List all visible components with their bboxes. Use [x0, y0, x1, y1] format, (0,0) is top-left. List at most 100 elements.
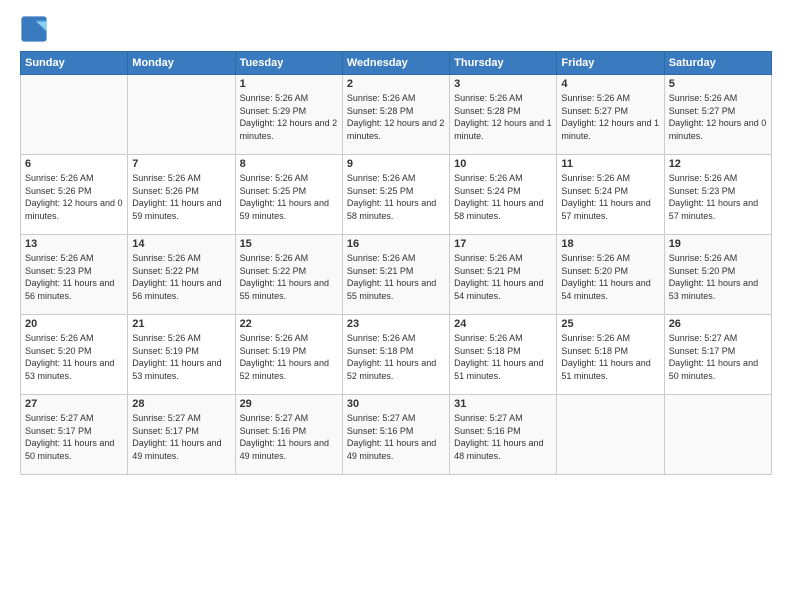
day-number: 1 [240, 78, 338, 90]
cell-content: Sunrise: 5:26 AM Sunset: 5:26 PM Dayligh… [25, 172, 123, 222]
header-cell-sunday: Sunday [21, 52, 128, 75]
cell-content: Sunrise: 5:27 AM Sunset: 5:16 PM Dayligh… [347, 412, 445, 462]
cell-content: Sunrise: 5:26 AM Sunset: 5:22 PM Dayligh… [240, 252, 338, 302]
cell-content: Sunrise: 5:26 AM Sunset: 5:20 PM Dayligh… [25, 332, 123, 382]
cell-content: Sunrise: 5:26 AM Sunset: 5:21 PM Dayligh… [454, 252, 552, 302]
cell-content: Sunrise: 5:27 AM Sunset: 5:17 PM Dayligh… [669, 332, 767, 382]
calendar-cell: 10 Sunrise: 5:26 AM Sunset: 5:24 PM Dayl… [450, 155, 557, 235]
calendar-cell: 16 Sunrise: 5:26 AM Sunset: 5:21 PM Dayl… [342, 235, 449, 315]
calendar-cell: 8 Sunrise: 5:26 AM Sunset: 5:25 PM Dayli… [235, 155, 342, 235]
calendar-cell: 1 Sunrise: 5:26 AM Sunset: 5:29 PM Dayli… [235, 75, 342, 155]
calendar-cell: 14 Sunrise: 5:26 AM Sunset: 5:22 PM Dayl… [128, 235, 235, 315]
page-container: SundayMondayTuesdayWednesdayThursdayFrid… [0, 0, 792, 485]
calendar-cell: 15 Sunrise: 5:26 AM Sunset: 5:22 PM Dayl… [235, 235, 342, 315]
cell-content: Sunrise: 5:26 AM Sunset: 5:25 PM Dayligh… [347, 172, 445, 222]
cell-content: Sunrise: 5:26 AM Sunset: 5:19 PM Dayligh… [132, 332, 230, 382]
calendar-cell [21, 75, 128, 155]
cell-content: Sunrise: 5:26 AM Sunset: 5:18 PM Dayligh… [561, 332, 659, 382]
calendar-cell: 21 Sunrise: 5:26 AM Sunset: 5:19 PM Dayl… [128, 315, 235, 395]
day-number: 20 [25, 318, 123, 330]
calendar-cell: 18 Sunrise: 5:26 AM Sunset: 5:20 PM Dayl… [557, 235, 664, 315]
cell-content: Sunrise: 5:26 AM Sunset: 5:24 PM Dayligh… [561, 172, 659, 222]
cell-content: Sunrise: 5:26 AM Sunset: 5:24 PM Dayligh… [454, 172, 552, 222]
cell-content: Sunrise: 5:26 AM Sunset: 5:27 PM Dayligh… [561, 92, 659, 142]
cell-content: Sunrise: 5:27 AM Sunset: 5:16 PM Dayligh… [240, 412, 338, 462]
day-number: 9 [347, 158, 445, 170]
header-cell-wednesday: Wednesday [342, 52, 449, 75]
calendar-cell [128, 75, 235, 155]
day-number: 8 [240, 158, 338, 170]
calendar-cell: 31 Sunrise: 5:27 AM Sunset: 5:16 PM Dayl… [450, 395, 557, 475]
calendar-cell: 9 Sunrise: 5:26 AM Sunset: 5:25 PM Dayli… [342, 155, 449, 235]
header-cell-saturday: Saturday [664, 52, 771, 75]
day-number: 26 [669, 318, 767, 330]
calendar-cell [664, 395, 771, 475]
logo [20, 15, 52, 43]
calendar-cell: 5 Sunrise: 5:26 AM Sunset: 5:27 PM Dayli… [664, 75, 771, 155]
day-number: 12 [669, 158, 767, 170]
header [20, 15, 772, 43]
day-number: 18 [561, 238, 659, 250]
cell-content: Sunrise: 5:26 AM Sunset: 5:28 PM Dayligh… [347, 92, 445, 142]
calendar-cell: 3 Sunrise: 5:26 AM Sunset: 5:28 PM Dayli… [450, 75, 557, 155]
day-number: 11 [561, 158, 659, 170]
day-number: 22 [240, 318, 338, 330]
day-number: 25 [561, 318, 659, 330]
day-number: 17 [454, 238, 552, 250]
cell-content: Sunrise: 5:26 AM Sunset: 5:26 PM Dayligh… [132, 172, 230, 222]
day-number: 21 [132, 318, 230, 330]
day-number: 27 [25, 398, 123, 410]
calendar-cell [557, 395, 664, 475]
day-number: 13 [25, 238, 123, 250]
day-number: 2 [347, 78, 445, 90]
day-number: 7 [132, 158, 230, 170]
calendar-cell: 17 Sunrise: 5:26 AM Sunset: 5:21 PM Dayl… [450, 235, 557, 315]
calendar-week-3: 20 Sunrise: 5:26 AM Sunset: 5:20 PM Dayl… [21, 315, 772, 395]
calendar-cell: 27 Sunrise: 5:27 AM Sunset: 5:17 PM Dayl… [21, 395, 128, 475]
calendar-cell: 30 Sunrise: 5:27 AM Sunset: 5:16 PM Dayl… [342, 395, 449, 475]
calendar-week-0: 1 Sunrise: 5:26 AM Sunset: 5:29 PM Dayli… [21, 75, 772, 155]
day-number: 3 [454, 78, 552, 90]
day-number: 15 [240, 238, 338, 250]
calendar-cell: 7 Sunrise: 5:26 AM Sunset: 5:26 PM Dayli… [128, 155, 235, 235]
calendar-week-2: 13 Sunrise: 5:26 AM Sunset: 5:23 PM Dayl… [21, 235, 772, 315]
calendar-cell: 24 Sunrise: 5:26 AM Sunset: 5:18 PM Dayl… [450, 315, 557, 395]
cell-content: Sunrise: 5:26 AM Sunset: 5:25 PM Dayligh… [240, 172, 338, 222]
calendar-table: SundayMondayTuesdayWednesdayThursdayFrid… [20, 51, 772, 475]
calendar-cell: 23 Sunrise: 5:26 AM Sunset: 5:18 PM Dayl… [342, 315, 449, 395]
cell-content: Sunrise: 5:27 AM Sunset: 5:17 PM Dayligh… [132, 412, 230, 462]
calendar-cell: 26 Sunrise: 5:27 AM Sunset: 5:17 PM Dayl… [664, 315, 771, 395]
header-cell-friday: Friday [557, 52, 664, 75]
calendar-week-1: 6 Sunrise: 5:26 AM Sunset: 5:26 PM Dayli… [21, 155, 772, 235]
day-number: 31 [454, 398, 552, 410]
calendar-cell: 4 Sunrise: 5:26 AM Sunset: 5:27 PM Dayli… [557, 75, 664, 155]
cell-content: Sunrise: 5:26 AM Sunset: 5:23 PM Dayligh… [669, 172, 767, 222]
calendar-cell: 29 Sunrise: 5:27 AM Sunset: 5:16 PM Dayl… [235, 395, 342, 475]
calendar-cell: 22 Sunrise: 5:26 AM Sunset: 5:19 PM Dayl… [235, 315, 342, 395]
logo-icon [20, 15, 48, 43]
cell-content: Sunrise: 5:26 AM Sunset: 5:23 PM Dayligh… [25, 252, 123, 302]
calendar-cell: 11 Sunrise: 5:26 AM Sunset: 5:24 PM Dayl… [557, 155, 664, 235]
calendar-header-row: SundayMondayTuesdayWednesdayThursdayFrid… [21, 52, 772, 75]
day-number: 24 [454, 318, 552, 330]
cell-content: Sunrise: 5:26 AM Sunset: 5:29 PM Dayligh… [240, 92, 338, 142]
day-number: 5 [669, 78, 767, 90]
cell-content: Sunrise: 5:27 AM Sunset: 5:16 PM Dayligh… [454, 412, 552, 462]
calendar-body: 1 Sunrise: 5:26 AM Sunset: 5:29 PM Dayli… [21, 75, 772, 475]
day-number: 6 [25, 158, 123, 170]
cell-content: Sunrise: 5:26 AM Sunset: 5:27 PM Dayligh… [669, 92, 767, 142]
cell-content: Sunrise: 5:26 AM Sunset: 5:28 PM Dayligh… [454, 92, 552, 142]
cell-content: Sunrise: 5:26 AM Sunset: 5:20 PM Dayligh… [669, 252, 767, 302]
cell-content: Sunrise: 5:26 AM Sunset: 5:20 PM Dayligh… [561, 252, 659, 302]
cell-content: Sunrise: 5:27 AM Sunset: 5:17 PM Dayligh… [25, 412, 123, 462]
calendar-cell: 6 Sunrise: 5:26 AM Sunset: 5:26 PM Dayli… [21, 155, 128, 235]
day-number: 16 [347, 238, 445, 250]
day-number: 19 [669, 238, 767, 250]
header-cell-monday: Monday [128, 52, 235, 75]
day-number: 14 [132, 238, 230, 250]
day-number: 4 [561, 78, 659, 90]
calendar-cell: 19 Sunrise: 5:26 AM Sunset: 5:20 PM Dayl… [664, 235, 771, 315]
day-number: 10 [454, 158, 552, 170]
calendar-cell: 13 Sunrise: 5:26 AM Sunset: 5:23 PM Dayl… [21, 235, 128, 315]
cell-content: Sunrise: 5:26 AM Sunset: 5:19 PM Dayligh… [240, 332, 338, 382]
